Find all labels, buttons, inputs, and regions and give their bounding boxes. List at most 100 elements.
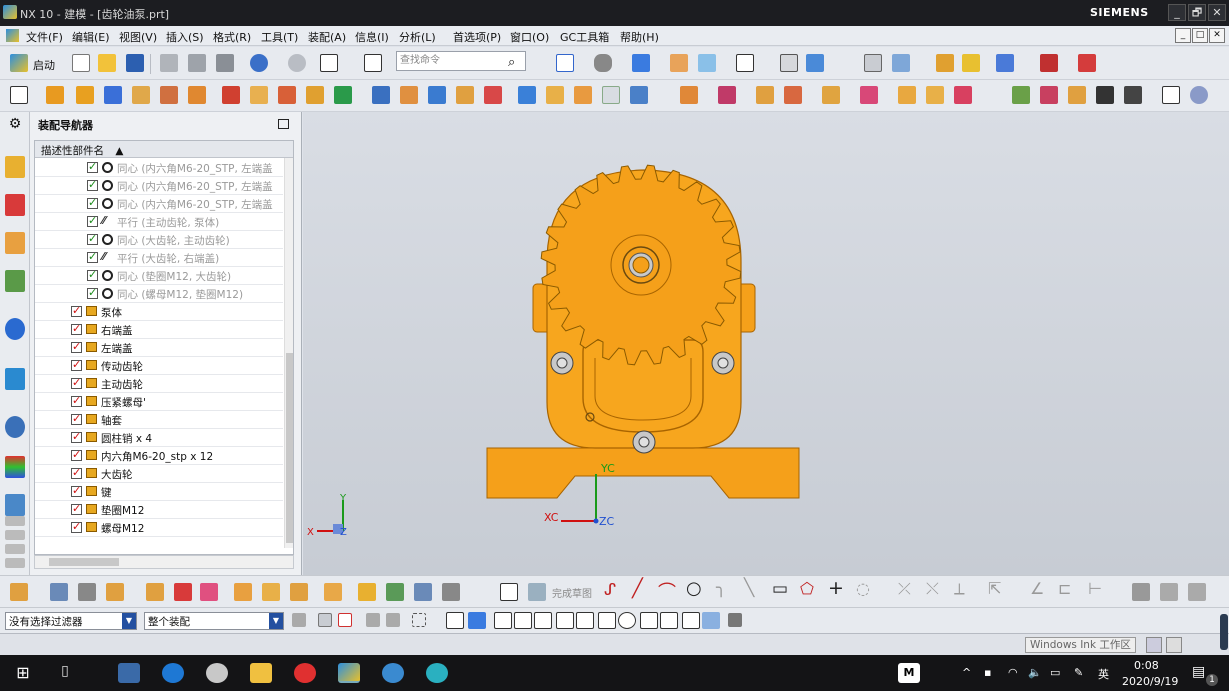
app-globe-icon[interactable] xyxy=(382,663,404,683)
delete-face-icon[interactable] xyxy=(602,86,620,104)
minimize-button[interactable]: _ xyxy=(1168,4,1186,21)
side-handle[interactable] xyxy=(1220,614,1228,650)
menu-info[interactable]: 信息(I) xyxy=(355,29,389,45)
tree-constraint-row[interactable]: 同心 (螺母M12, 垫圈M12) xyxy=(35,285,283,303)
ruler-icon[interactable] xyxy=(1078,54,1096,72)
pattern-icon[interactable] xyxy=(278,86,296,104)
notification-icon[interactable]: ▤ xyxy=(1192,664,1205,680)
magic-icon[interactable] xyxy=(962,54,980,72)
grid-icon[interactable] xyxy=(1162,86,1180,104)
select-body-icon[interactable] xyxy=(386,613,400,627)
move-face-icon[interactable] xyxy=(574,86,592,104)
assembly-tool-9-icon[interactable] xyxy=(290,583,308,601)
visibility-checkbox[interactable] xyxy=(87,196,98,209)
chamfer-sketch-icon[interactable]: ╲ xyxy=(744,578,754,598)
paste-icon[interactable] xyxy=(216,54,234,72)
visibility-checkbox[interactable] xyxy=(71,358,82,371)
reuse-library-tab-icon[interactable] xyxy=(5,270,25,292)
snap-midpoint-icon[interactable] xyxy=(514,612,532,629)
visibility-checkbox[interactable] xyxy=(87,232,98,245)
visibility-checkbox[interactable] xyxy=(71,304,82,317)
assembly-tool-5-icon[interactable] xyxy=(174,583,192,601)
menu-window[interactable]: 窗口(O) xyxy=(510,29,549,45)
redo-icon[interactable] xyxy=(288,54,306,72)
snap-line-icon[interactable] xyxy=(534,612,552,629)
bolt-right[interactable] xyxy=(711,351,735,375)
assembly-tool-1-icon[interactable] xyxy=(50,583,68,601)
menu-tools[interactable]: 工具(T) xyxy=(261,29,298,45)
fillet-icon[interactable]: ╮ xyxy=(716,578,726,598)
close-button[interactable]: ✕ xyxy=(1208,4,1226,21)
reuse-library-icon[interactable] xyxy=(1012,86,1030,104)
snap-point-on-curve-icon[interactable] xyxy=(660,612,678,629)
tray-expand-icon[interactable]: ^ xyxy=(962,666,971,679)
snap-center-icon[interactable] xyxy=(618,612,636,629)
pen-icon[interactable]: ✎ xyxy=(1074,666,1083,679)
sketch-tool-b-icon[interactable] xyxy=(1160,583,1178,601)
menu-insert[interactable]: 插入(S) xyxy=(166,29,204,45)
move-component-icon[interactable] xyxy=(784,86,802,104)
tree-component-row[interactable]: 主动齿轮 xyxy=(35,375,283,393)
layer-icon[interactable] xyxy=(864,54,882,72)
point-icon[interactable]: + xyxy=(828,577,844,599)
doc-restore-button[interactable]: □ xyxy=(1192,28,1208,43)
assembly-tool-13-icon[interactable] xyxy=(414,583,432,601)
make-corner-icon[interactable]: ⟂ xyxy=(954,579,965,599)
app-cyan-icon[interactable] xyxy=(426,663,448,683)
spreadsheet-icon[interactable] xyxy=(1124,86,1142,104)
sketch-icon[interactable] xyxy=(10,86,28,104)
maximize-panel-icon[interactable] xyxy=(278,119,289,129)
tree-component-row[interactable]: 圆柱销 x 4 xyxy=(35,429,283,447)
hole-icon[interactable] xyxy=(160,86,178,104)
wcs-icon[interactable] xyxy=(892,54,910,72)
new-file-icon[interactable] xyxy=(72,54,90,72)
wifi-icon[interactable]: ◠ xyxy=(1008,666,1018,679)
start-label[interactable]: 启动 xyxy=(33,57,55,73)
menu-file[interactable]: 文件(F) xyxy=(26,29,63,45)
tree-constraint-row[interactable]: 同心 (垫圈M12, 大齿轮) xyxy=(35,267,283,285)
assembly-navigator-tab-icon[interactable] xyxy=(5,156,25,178)
background-icon[interactable] xyxy=(736,54,754,72)
visibility-checkbox[interactable] xyxy=(71,484,82,497)
visibility-checkbox[interactable] xyxy=(71,340,82,353)
tree-constraint-row[interactable]: 同心 (大齿轮, 主动齿轮) xyxy=(35,231,283,249)
settings-gear-icon[interactable]: ⚙ xyxy=(5,116,25,138)
assembly-tool-12-icon[interactable] xyxy=(386,583,404,601)
assembly-tool-6-icon[interactable] xyxy=(200,583,218,601)
visibility-checkbox[interactable] xyxy=(87,160,98,173)
tray-app-icon[interactable]: ▪ xyxy=(984,666,991,679)
mirror-assembly-icon[interactable] xyxy=(822,86,840,104)
app-settings-icon[interactable] xyxy=(206,663,228,683)
offset-face-icon[interactable] xyxy=(518,86,536,104)
visibility-checkbox[interactable] xyxy=(71,376,82,389)
split-body-icon[interactable] xyxy=(250,86,268,104)
start-icon[interactable] xyxy=(10,54,28,72)
tree-component-row[interactable]: 轴套 xyxy=(35,411,283,429)
tree-vertical-scrollbar[interactable] xyxy=(284,158,293,548)
sync-model-icon[interactable] xyxy=(630,86,648,104)
bolt-bottom[interactable] xyxy=(632,430,656,454)
edge-browser-icon[interactable] xyxy=(162,663,184,683)
tree-constraint-row[interactable]: 同心 (内六角M6-20_STP, 左端盖 xyxy=(35,195,283,213)
extrude-icon[interactable] xyxy=(46,86,64,104)
draft-icon[interactable] xyxy=(456,86,474,104)
dimension-sketch-icon[interactable]: ⇱ xyxy=(988,579,1001,598)
menu-format[interactable]: 格式(R) xyxy=(213,29,251,45)
mirror-curve-icon[interactable]: ⊏ xyxy=(1058,579,1071,598)
snap-quadrant-icon[interactable] xyxy=(640,612,658,629)
section-view-icon[interactable] xyxy=(780,54,798,72)
task-view-icon[interactable]: ▯ xyxy=(54,663,76,683)
tree-component-row[interactable]: 大齿轮 xyxy=(35,465,283,483)
thread-icon[interactable] xyxy=(484,86,502,104)
palette-tab-icon[interactable] xyxy=(5,456,25,478)
nx-taskbar-icon[interactable] xyxy=(338,663,360,683)
gear-tool-icon[interactable] xyxy=(1068,86,1086,104)
snap-existing-icon[interactable] xyxy=(702,612,720,629)
sketch-tool-c-icon[interactable] xyxy=(1188,583,1206,601)
revolve-icon[interactable] xyxy=(76,86,94,104)
menu-preferences[interactable]: 首选项(P) xyxy=(453,29,501,45)
part-family-icon[interactable] xyxy=(1040,86,1058,104)
constraint-icon[interactable] xyxy=(756,86,774,104)
doc-minimize-button[interactable]: _ xyxy=(1175,28,1191,43)
window-layout-icon[interactable] xyxy=(320,54,338,72)
